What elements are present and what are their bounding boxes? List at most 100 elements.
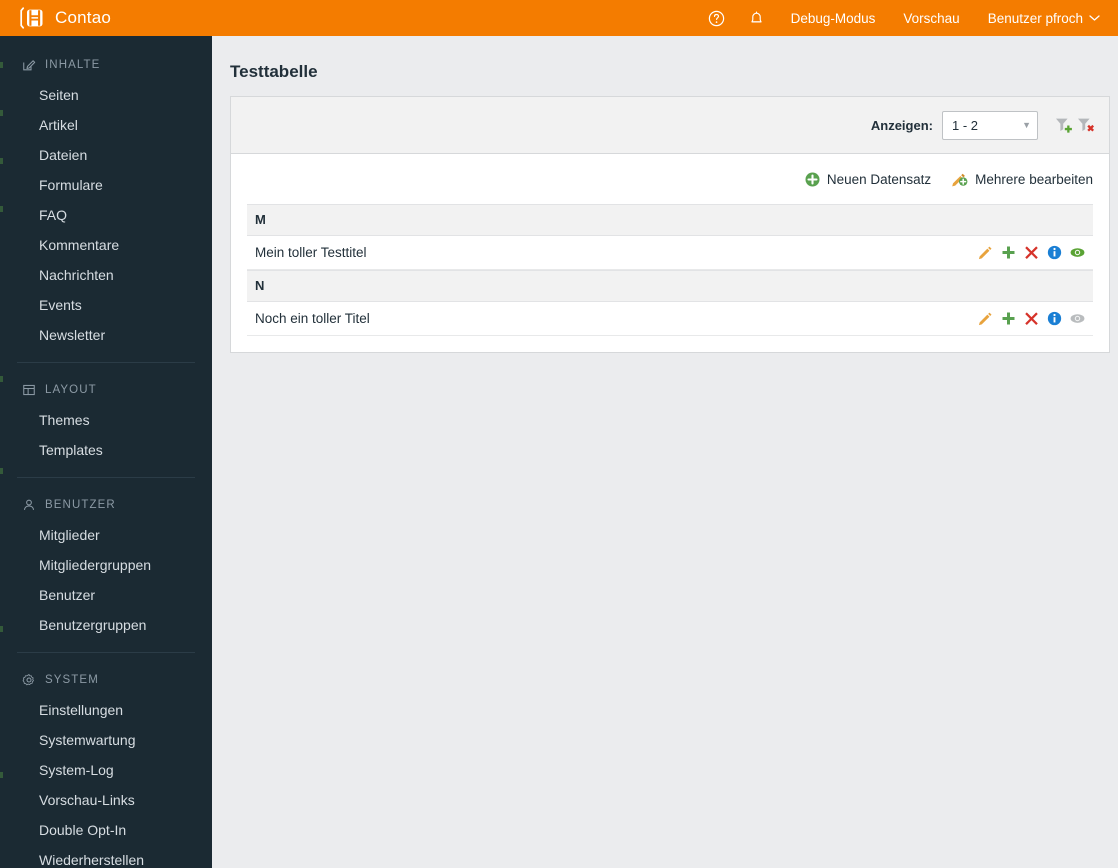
sidebar-item-mitglieder[interactable]: Mitglieder [0,520,212,550]
record-title[interactable]: Mein toller Testtitel [255,245,978,260]
sidebar-item-newsletter[interactable]: Newsletter [0,320,212,350]
toggle-visibility-icon[interactable] [1070,245,1085,260]
table-group-header: M [247,204,1093,236]
sidebar-item-label: Newsletter [39,327,106,343]
sidebar-item-double-opt-in[interactable]: Double Opt-In [0,815,212,845]
sidebar-item-vorschau-links[interactable]: Vorschau-Links [0,785,212,815]
info-icon[interactable] [1047,311,1062,326]
chevron-down-icon: ▼ [1022,120,1031,130]
preview-link[interactable]: Vorschau [889,0,973,36]
sidebar-group-layout: LAYOUT Themes Templates [0,375,212,465]
records-card: Anzeigen: 1 - 2 ▼ Neuen Datensatz Mehrer… [230,96,1110,353]
sidebar-item-label: FAQ [39,207,68,223]
edit-pencil-square-icon [23,60,36,71]
contao-logo-icon [20,7,43,29]
edit-icon[interactable] [978,245,993,260]
sidebar-separator [17,477,195,478]
sidebar-item-themes[interactable]: Themes [0,405,212,435]
sidebar-item-seiten[interactable]: Seiten [0,80,212,110]
brand-name: Contao [55,8,112,27]
filter-apply-icon[interactable] [1053,115,1073,135]
page-title: Testtabelle [230,62,318,81]
copy-icon[interactable] [1001,311,1016,326]
chevron-down-icon [1089,15,1100,21]
sidebar-item-label: Templates [39,442,103,458]
sidebar-navigation: INHALTE Seiten Artikel Dateien Formulare FAQ K… [0,36,212,868]
sidebar-separator [17,652,195,653]
display-range-select[interactable]: 1 - 2 ▼ [942,110,1038,140]
sidebar-item-system-log[interactable]: System-Log [0,755,212,785]
edit-icon[interactable] [978,311,993,326]
sidebar-item-events[interactable]: Events [0,290,212,320]
table-row: Noch ein toller Titel [247,302,1093,336]
sidebar-item-systemwartung[interactable]: Systemwartung [0,725,212,755]
header-right-group: Debug-Modus Vorschau Benutzer pfroch [697,0,1118,36]
notifications-bell-icon[interactable] [737,0,777,36]
sidebar-item-label: Themes [39,412,90,428]
row-action-icons [978,311,1089,326]
sidebar-group-label: INHALTE [45,59,101,71]
sidebar-item-label: Formulare [39,177,103,193]
help-icon[interactable] [697,0,737,36]
sidebar-group-label: BENUTZER [45,499,116,511]
info-icon[interactable] [1047,245,1062,260]
sidebar-group-header-inhalte[interactable]: INHALTE [0,50,212,80]
sidebar-item-label: System-Log [39,762,114,778]
toggle-visibility-icon[interactable] [1070,311,1085,326]
sidebar-item-dateien[interactable]: Dateien [0,140,212,170]
delete-icon[interactable] [1024,245,1039,260]
sidebar-item-label: Benutzergruppen [39,617,147,633]
sidebar-group-header-system[interactable]: SYSTEM [0,665,212,695]
copy-icon[interactable] [1001,245,1016,260]
sidebar-group-benutzer: BENUTZER Mitglieder Mitgliedergruppen Benut… [0,490,212,640]
debug-mode-link[interactable]: Debug-Modus [777,0,890,36]
records-table: M Mein toller Testtitel N Noch ein toller T… [231,204,1109,352]
sidebar-item-benutzergruppen[interactable]: Benutzergruppen [0,610,212,640]
filter-panel: Anzeigen: 1 - 2 ▼ [231,97,1109,154]
sidebar-item-label: Double Opt-In [39,822,127,838]
brand-logo[interactable]: Contao [0,0,212,36]
row-action-icons [978,245,1089,260]
user-person-icon [24,499,34,510]
sidebar-item-label: Einstellungen [39,702,124,718]
circle-plus-icon [805,172,820,186]
user-menu-label: Benutzer pfroch [987,10,1083,26]
edit-multiple-icon [952,173,968,187]
user-menu[interactable]: Benutzer pfroch [974,0,1104,36]
sidebar-item-label: Kommentare [39,237,120,253]
sidebar-item-label: Wiederherstellen [39,852,145,868]
new-record-label: Neuen Datensatz [826,171,932,187]
sidebar-item-label: Mitgliedergruppen [39,557,152,573]
new-record-button[interactable]: Neuen Datensatz [805,172,931,187]
sidebar-item-artikel[interactable]: Artikel [0,110,212,140]
app-header: Contao Debug-Modus Vorschau Benutzer pfr… [0,0,1118,36]
sidebar-item-nachrichten[interactable]: Nachrichten [0,260,212,290]
record-title[interactable]: Noch ein toller Titel [255,311,978,326]
display-range-value: 1 - 2 [952,117,979,133]
filter-reset-icon[interactable] [1075,115,1095,135]
sidebar-item-kommentare[interactable]: Kommentare [0,230,212,260]
sidebar-group-inhalte: INHALTE Seiten Artikel Dateien Formulare FAQ K… [0,50,212,350]
sidebar-item-faq[interactable]: FAQ [0,200,212,230]
sidebar-item-benutzer[interactable]: Benutzer [0,580,212,610]
edit-multiple-button[interactable]: Mehrere bearbeiten [951,171,1093,187]
sidebar-item-label: Nachrichten [39,267,114,283]
delete-icon[interactable] [1024,311,1039,326]
sidebar-item-label: Benutzer [39,587,96,603]
sidebar-item-label: Mitglieder [39,527,100,543]
sidebar-item-formulare[interactable]: Formulare [0,170,212,200]
sidebar-item-label: Vorschau-Links [39,792,135,808]
gear-settings-icon [22,674,34,686]
sidebar-group-header-layout[interactable]: LAYOUT [0,375,212,405]
sidebar-item-label: Dateien [39,147,88,163]
filter-icon-group [1053,115,1095,135]
actions-bar: Neuen Datensatz Mehrere bearbeiten [231,154,1109,204]
sidebar-item-label: Artikel [39,117,78,133]
sidebar-item-wiederherstellen[interactable]: Wiederherstellen [0,845,212,868]
sidebar-item-einstellungen[interactable]: Einstellungen [0,695,212,725]
sidebar-item-mitgliedergruppen[interactable]: Mitgliedergruppen [0,550,212,580]
edit-multiple-label: Mehrere bearbeiten [975,171,1093,187]
display-label: Anzeigen: [870,117,933,133]
sidebar-group-header-benutzer[interactable]: BENUTZER [0,490,212,520]
sidebar-item-templates[interactable]: Templates [0,435,212,465]
